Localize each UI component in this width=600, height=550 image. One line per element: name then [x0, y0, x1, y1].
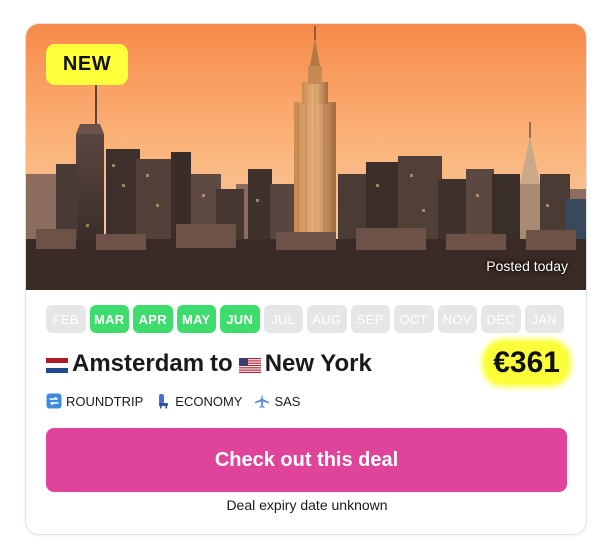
month-jul: JUL	[263, 305, 303, 333]
new-badge: NEW	[46, 44, 128, 85]
trip-type-label: ROUNDTRIP	[66, 393, 144, 409]
month-feb: FEB	[46, 305, 86, 333]
posted-date: Posted today	[486, 258, 568, 274]
usa-flag-icon	[238, 357, 261, 373]
month-mar: MAR	[89, 305, 129, 333]
cabin-class: ECONOMY	[155, 393, 242, 409]
airplane-icon	[255, 394, 270, 408]
hero-image: NEW Posted today	[26, 24, 586, 290]
month-dec: DEC	[481, 305, 521, 333]
roundtrip-icon	[46, 393, 62, 409]
deal-expiry-text: Deal expiry date unknown	[226, 497, 388, 513]
trip-type: ROUNDTRIP	[46, 393, 143, 409]
month-availability: FEB MAR APR MAY JUN JUL AUG SEP OCT NOV DEC JAN	[46, 305, 564, 333]
airline: SAS	[254, 393, 300, 409]
trip-details: ROUNDTRIP ECONOMY SAS	[46, 393, 300, 409]
month-may: MAY	[176, 305, 216, 333]
month-jun: JUN	[220, 305, 260, 333]
airline-label: SAS	[274, 393, 301, 409]
route-connector: to	[210, 350, 233, 377]
month-aug: AUG	[307, 305, 347, 333]
deal-card[interactable]: NEW Posted today FEB MAR APR MAY JUN JUL AUG SE…	[25, 23, 587, 535]
origin-city: Amsterdam	[72, 350, 205, 377]
cabin-class-label: ECONOMY	[175, 393, 243, 409]
route-title: Amsterdam to New York	[46, 346, 372, 382]
month-apr: APR	[133, 305, 173, 333]
destination-city: New York	[264, 350, 372, 377]
check-out-deal-button[interactable]: Check out this deal	[46, 428, 567, 492]
seat-icon	[159, 394, 169, 409]
month-jan: JAN	[524, 305, 564, 333]
month-oct: OCT	[394, 305, 434, 333]
month-sep: SEP	[350, 305, 390, 333]
price-tag: €361	[485, 342, 568, 384]
month-nov: NOV	[437, 305, 477, 333]
netherlands-flag-icon	[46, 357, 68, 373]
